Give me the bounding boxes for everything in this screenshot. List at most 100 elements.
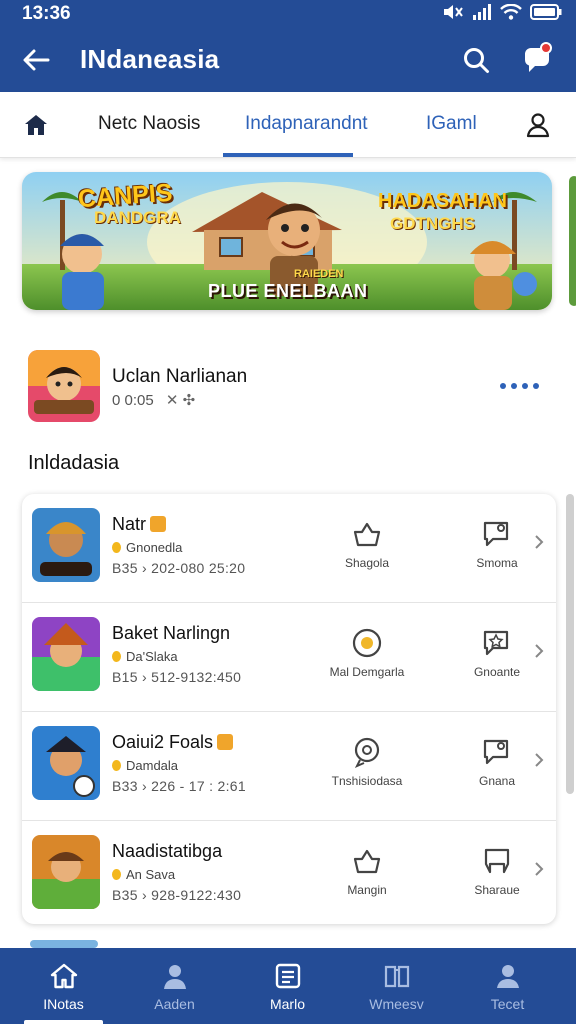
more-dots-icon[interactable]: [500, 380, 540, 392]
tab-indapnarandnt[interactable]: Indapnarandnt: [245, 113, 368, 135]
user-icon[interactable]: [520, 108, 556, 142]
frame-icon[interactable]: Sharaue: [452, 845, 542, 897]
nav-item-marlo[interactable]: Marlo: [230, 948, 345, 1024]
banner-small-caption: RAIEDEN: [294, 268, 344, 280]
list-item-meta: B15 › 512-9132:450: [112, 669, 242, 685]
nav-label: Aaden: [154, 996, 195, 1012]
mute-icon: [442, 4, 464, 25]
banner-right-title: HADASAHAN: [378, 190, 507, 212]
arrow-left-icon[interactable]: [18, 42, 54, 78]
list-item[interactable]: Natr Gnonedla B35 › 202-080 25:20 Shagol…: [22, 494, 556, 603]
signal-icon: [472, 4, 492, 25]
bottom-nav: INotas Aaden Marlo Wmeesv Tecet: [0, 948, 576, 1024]
status-time: 13:36: [22, 3, 71, 24]
list-item-name: Naadistatibga: [112, 841, 223, 861]
chevron-right-icon[interactable]: [531, 532, 547, 552]
featured-name: Uclan Narlianan: [112, 366, 248, 387]
action-label: Mangin: [347, 883, 387, 897]
status-bar: 13:36: [0, 0, 576, 28]
list-item-name: Baket Narlingn: [112, 623, 231, 643]
chevron-right-icon[interactable]: [531, 750, 547, 770]
banner-left-title: CANPIS: [77, 178, 174, 214]
tab-netc-naosis[interactable]: Netc Naosis: [98, 113, 200, 135]
list-card-icon: [272, 960, 304, 992]
list-item[interactable]: Naadistatibga An Sava B35 › 928-9122:430…: [22, 821, 556, 924]
action-label: Smoma: [476, 556, 518, 570]
nav-item-aaden[interactable]: Aaden: [117, 948, 232, 1024]
chat-circle-icon[interactable]: Tnshisiodasa: [322, 736, 412, 788]
profile-icon: [492, 960, 524, 992]
list-item-meta: B35 › 928-9122:430: [112, 887, 242, 903]
title-bar: INdaneasia: [0, 28, 576, 92]
share-card-icon[interactable]: Gnana: [452, 736, 542, 788]
home-icon: [48, 960, 80, 992]
coin-icon: [112, 651, 121, 662]
nav-item-inotas[interactable]: INotas: [6, 948, 121, 1024]
banner-right-subtitle: GDTNGHS: [390, 214, 475, 233]
coin-icon: [112, 869, 121, 880]
tab-bar: Netc Naosis Indapnarandnt IGaml: [0, 92, 576, 158]
close-icon: ✕ ✣: [165, 392, 196, 409]
next-banner-peek[interactable]: [569, 176, 576, 306]
page-title: INdaneasia: [80, 44, 220, 74]
list-item-subtitle: Gnonedla: [112, 540, 182, 555]
list-item-meta: B33 › 226 - 17 : 2:61: [112, 778, 246, 794]
next-row-peek: [30, 940, 98, 948]
battery-icon: [530, 4, 562, 25]
scrollbar[interactable]: [566, 494, 574, 794]
person-icon: [159, 960, 191, 992]
search-icon[interactable]: [458, 42, 494, 78]
featured-time: 0 0:05: [112, 392, 154, 409]
game-list: Natr Gnonedla B35 › 202-080 25:20 Shagol…: [22, 494, 556, 924]
active-tab-indicator: [223, 153, 353, 157]
badge-icon: [150, 516, 167, 532]
target-icon[interactable]: Mal Demgarla: [322, 627, 412, 679]
chevron-right-icon[interactable]: [531, 641, 547, 661]
chevron-right-icon[interactable]: [531, 859, 547, 879]
book-icon: [381, 960, 413, 992]
action-label: Gnana: [478, 774, 516, 788]
featured-item[interactable]: Uclan Narlianan 0 0:05 ✕ ✣: [0, 344, 576, 430]
badge-icon: [217, 734, 234, 750]
list-item[interactable]: Baket Narlingn Da'Slaka B15 › 512-9132:4…: [22, 603, 556, 712]
list-item-name: Oaiui2 Foals: [112, 732, 234, 753]
list-item-thumbnail: [32, 508, 100, 582]
coin-icon: [112, 542, 121, 553]
coin-icon: [112, 760, 121, 771]
crown-icon[interactable]: Mangin: [322, 845, 412, 897]
nav-label: Wmeesv: [369, 996, 424, 1012]
wifi-icon: [500, 3, 522, 25]
list-item[interactable]: Oaiui2 Foals Damdala B33 › 226 - 17 : 2:…: [22, 712, 556, 821]
list-item-meta: B35 › 202-080 25:20: [112, 560, 246, 576]
list-item-subtitle: Da'Slaka: [112, 649, 178, 664]
home-icon[interactable]: [20, 110, 52, 140]
list-item-subtitle: Damdala: [112, 758, 178, 773]
tab-igaml[interactable]: IGaml: [426, 113, 477, 135]
action-label: Mal Demgarla: [329, 665, 405, 679]
list-item-subtitle: An Sava: [112, 867, 175, 882]
chat-bubble-icon[interactable]: [518, 42, 556, 78]
action-label: Shagola: [344, 556, 390, 570]
action-label: Gnoante: [473, 665, 521, 679]
crown-icon[interactable]: Shagola: [322, 518, 412, 570]
action-label: Tnshisiodasa: [331, 774, 403, 788]
share-card-icon[interactable]: Smoma: [452, 518, 542, 570]
list-item-name: Natr: [112, 514, 167, 535]
section-title: Inldadasia: [28, 452, 120, 474]
nav-item-tecet[interactable]: Tecet: [450, 948, 565, 1024]
app-bar: 13:36 INdaneasia: [0, 0, 576, 92]
nav-label: INotas: [43, 996, 84, 1012]
nav-label: Tecet: [490, 996, 525, 1012]
promo-banner[interactable]: CANPIS DANDGRA HADASAHAN GDTNGHS RAIEDEN…: [22, 172, 552, 310]
featured-thumbnail: [28, 350, 100, 422]
action-label: Sharaue: [474, 883, 520, 897]
banner-left-subtitle: DANDGRA: [94, 208, 181, 227]
list-item-thumbnail: [32, 835, 100, 909]
list-item-thumbnail: [32, 726, 100, 800]
nav-item-wmeesv[interactable]: Wmeesv: [339, 948, 454, 1024]
list-item-thumbnail: [32, 617, 100, 691]
nav-label: Marlo: [269, 996, 305, 1012]
banner-bottom-caption: PLUE ENELBAAN: [208, 281, 368, 301]
status-icons: [442, 3, 562, 25]
star-card-icon[interactable]: Gnoante: [452, 627, 542, 679]
